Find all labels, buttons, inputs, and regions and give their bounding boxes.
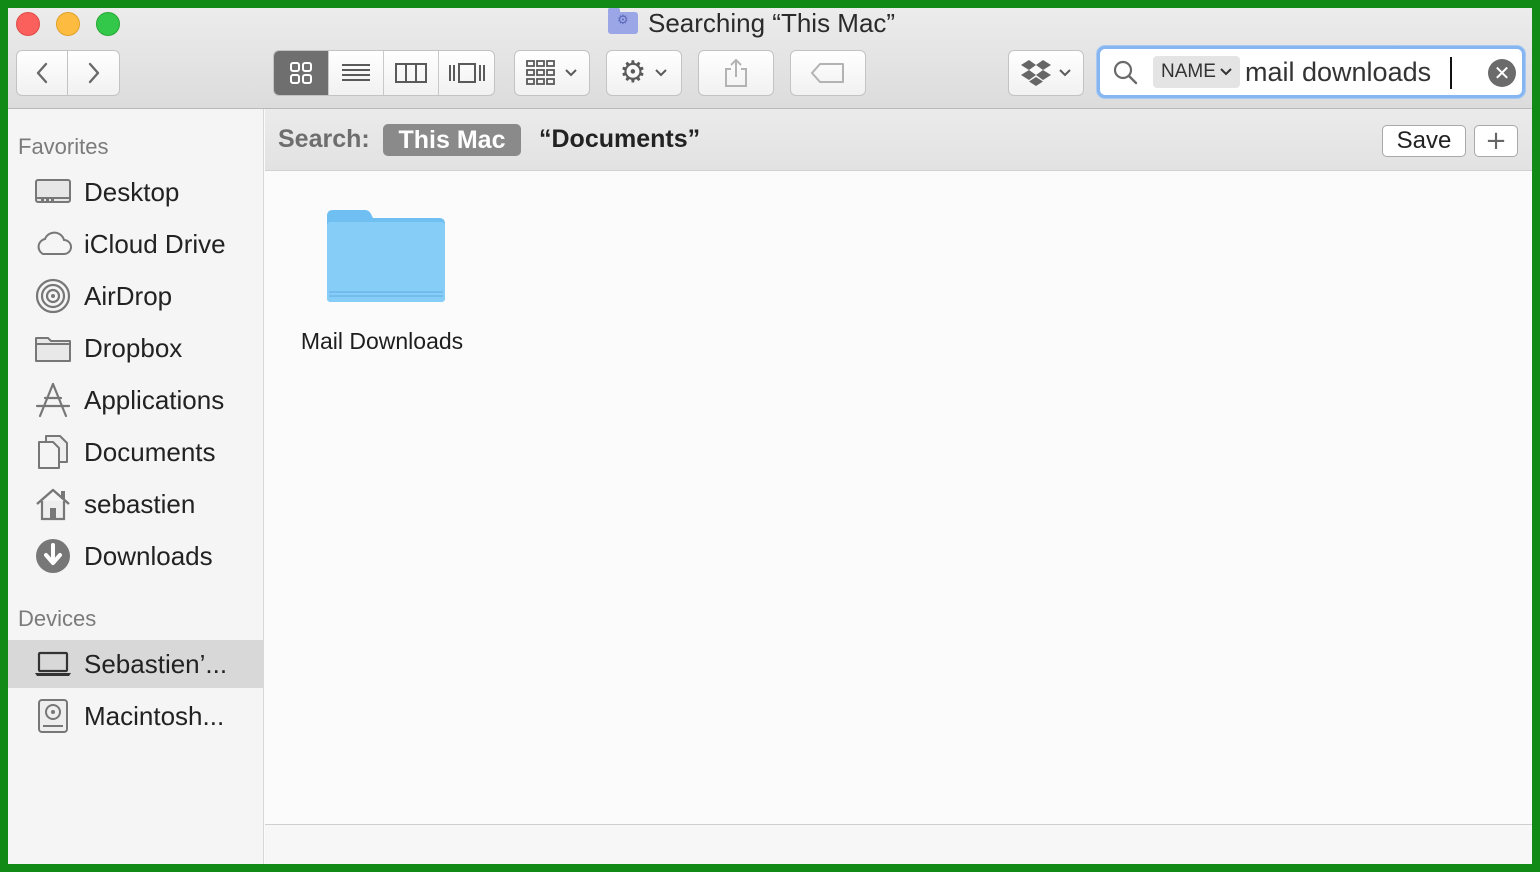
sidebar-item-macintosh-hd[interactable]: Macintosh... xyxy=(8,692,264,740)
grid-icon xyxy=(290,62,312,84)
desktop-icon xyxy=(34,175,72,209)
arrange-button[interactable] xyxy=(514,50,590,96)
sidebar-item-label: Documents xyxy=(84,436,216,467)
search-scope-bar: Search: This Mac “Documents” Save + xyxy=(265,109,1532,171)
coverflow-icon xyxy=(448,63,485,83)
downloads-icon xyxy=(34,539,72,573)
favorites-header: Favorites xyxy=(18,134,109,159)
minimize-window-button[interactable] xyxy=(56,12,80,36)
sidebar-item-label: Desktop xyxy=(84,176,180,207)
search-scope-token[interactable]: NAME xyxy=(1153,56,1240,88)
coverflow-view-button[interactable] xyxy=(439,51,494,95)
result-item-folder[interactable]: Mail Downloads xyxy=(287,198,477,358)
status-bar xyxy=(265,824,1532,864)
sidebar-item-label: Macintosh... xyxy=(84,700,225,731)
sidebar-item-airdrop[interactable]: AirDrop xyxy=(8,272,264,320)
scope-documents-button[interactable]: “Documents” xyxy=(539,125,700,154)
titlebar-toolbar: Searching “This Mac” xyxy=(8,8,1532,109)
close-icon: ✕ xyxy=(1493,61,1511,85)
sidebar: Favorites Desktop iCloud Drive AirDrop D… xyxy=(8,109,264,864)
sidebar-item-label: iCloud Drive xyxy=(84,228,226,259)
window-title-text: Searching “This Mac” xyxy=(648,8,896,38)
view-mode-segmented-control xyxy=(273,50,495,96)
chevron-down-icon xyxy=(655,69,668,77)
smart-folder-icon xyxy=(608,8,638,34)
documents-icon xyxy=(34,435,72,469)
sidebar-item-desktop[interactable]: Desktop xyxy=(8,168,264,216)
dropbox-button[interactable] xyxy=(1008,50,1084,96)
share-button[interactable] xyxy=(698,50,774,96)
text-cursor xyxy=(1450,57,1452,89)
icon-view-button[interactable] xyxy=(274,51,329,95)
window-title: Searching “This Mac” xyxy=(608,8,895,38)
action-button[interactable]: ⚙ xyxy=(606,50,682,96)
column-view-button[interactable] xyxy=(384,51,439,95)
sidebar-item-label: sebastien xyxy=(84,488,196,519)
sidebar-item-label: Downloads xyxy=(84,540,213,571)
sidebar-item-icloud-drive[interactable]: iCloud Drive xyxy=(8,220,264,268)
folder-icon xyxy=(327,210,445,302)
add-criteria-button[interactable]: + xyxy=(1474,125,1518,157)
screenshot-frame: Searching “This Mac” xyxy=(0,0,1540,872)
forward-button[interactable] xyxy=(68,50,120,96)
dropbox-icon xyxy=(1021,60,1051,86)
search-scope-token-label: NAME xyxy=(1161,61,1216,82)
share-icon xyxy=(725,58,747,87)
sidebar-item-label: Applications xyxy=(84,384,225,415)
sidebar-item-documents[interactable]: Documents xyxy=(8,428,264,476)
gear-icon: ⚙ xyxy=(619,55,647,90)
arrange-grid-icon xyxy=(526,60,555,85)
save-search-button[interactable]: Save xyxy=(1382,125,1466,157)
applications-icon xyxy=(34,382,72,418)
folder-icon xyxy=(34,331,72,365)
results-area: Mail Downloads xyxy=(265,172,1532,824)
laptop-icon xyxy=(34,647,72,681)
sidebar-item-applications[interactable]: Applications xyxy=(8,376,264,424)
close-window-button[interactable] xyxy=(16,12,40,36)
list-view-button[interactable] xyxy=(329,51,384,95)
search-icon xyxy=(1113,60,1138,85)
chevron-down-icon xyxy=(1059,69,1071,77)
scope-this-mac-button[interactable]: This Mac xyxy=(383,124,521,156)
sidebar-item-downloads[interactable]: Downloads xyxy=(8,532,264,580)
chevron-right-icon xyxy=(88,62,99,84)
columns-icon xyxy=(395,63,427,83)
search-scope-label: Search: xyxy=(278,125,370,153)
tag-icon xyxy=(811,63,844,83)
hard-drive-icon xyxy=(34,699,72,733)
sidebar-item-label: Dropbox xyxy=(84,332,183,363)
sidebar-item-label: AirDrop xyxy=(84,280,173,311)
sidebar-item-home[interactable]: sebastien xyxy=(8,480,264,528)
search-field[interactable]: NAME mail downloads ✕ xyxy=(1097,46,1525,98)
result-item-label: Mail Downloads xyxy=(300,328,464,354)
clear-search-button[interactable]: ✕ xyxy=(1488,59,1516,87)
list-icon xyxy=(342,64,370,81)
home-icon xyxy=(34,487,72,521)
tags-button[interactable] xyxy=(790,50,866,96)
devices-header: Devices xyxy=(18,606,97,631)
chevron-down-icon xyxy=(1220,68,1232,76)
zoom-window-button[interactable] xyxy=(96,12,120,36)
sidebar-item-label: Sebastien’... xyxy=(84,648,228,679)
sidebar-item-this-mac[interactable]: Sebastien’... xyxy=(8,640,264,688)
chevron-down-icon xyxy=(565,69,577,77)
finder-window: Searching “This Mac” xyxy=(8,8,1532,864)
cloud-icon xyxy=(34,227,72,261)
chevron-left-icon xyxy=(36,62,48,84)
back-button[interactable] xyxy=(16,50,68,96)
airdrop-icon xyxy=(34,278,72,314)
search-input[interactable]: mail downloads xyxy=(1245,57,1431,88)
sidebar-item-dropbox[interactable]: Dropbox xyxy=(8,324,264,372)
